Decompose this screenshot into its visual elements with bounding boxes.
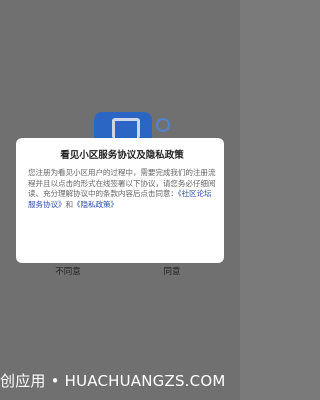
dialog-buttons: 不同意 同意 <box>16 262 224 282</box>
privacy-policy-link[interactable]: 《隐私政策》 <box>73 200 118 209</box>
disagree-button[interactable]: 不同意 <box>16 262 120 282</box>
agreement-dialog: 看见小区服务协议及隐私政策 您注册为看见小区用户的过程中，需要完成我们的注册流程… <box>16 138 224 277</box>
dialog-body: 您注册为看见小区用户的过程中，需要完成我们的注册流程并且以点击的形式在线签署以下… <box>28 168 216 210</box>
agree-button[interactable]: 同意 <box>120 262 224 282</box>
dialog-title: 看见小区服务协议及隐私政策 <box>60 150 184 161</box>
conjunction-text: 和 <box>65 199 73 209</box>
watermark-text: 创应用 • HUACHUANGZS.COM <box>0 372 226 390</box>
